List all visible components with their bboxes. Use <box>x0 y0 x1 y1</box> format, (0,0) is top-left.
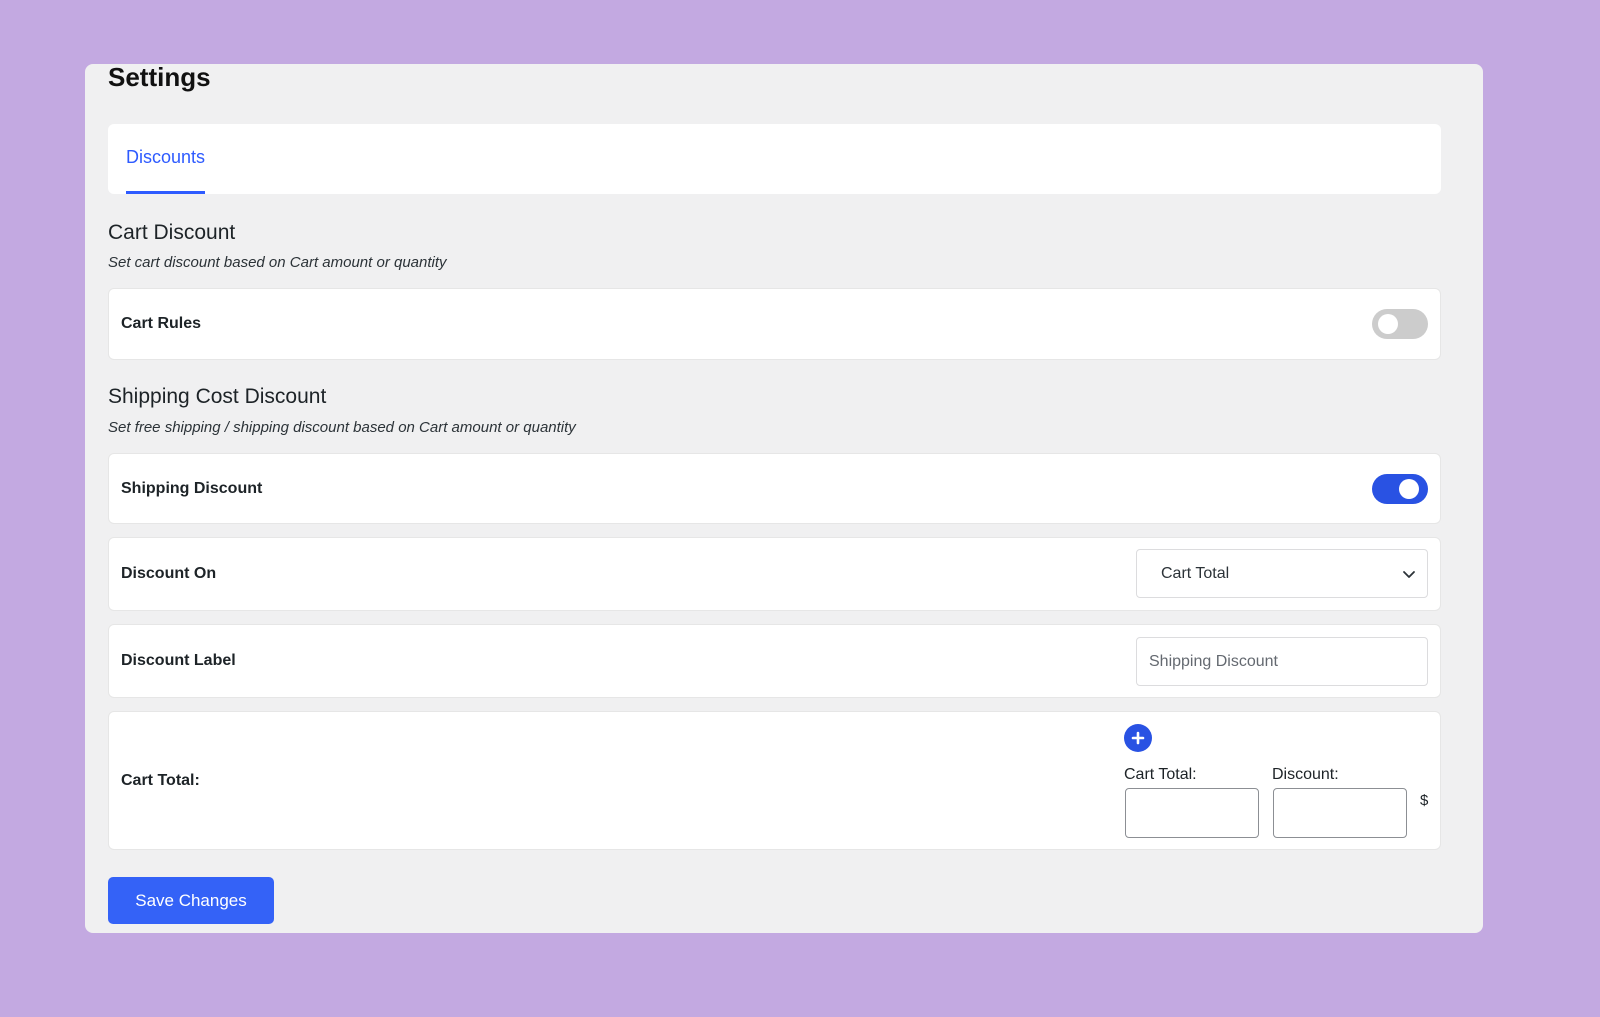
currency-symbol: $ <box>1420 792 1429 809</box>
cart-total-rules-card: Cart Total: Cart Total: Discount: $ <box>108 711 1441 850</box>
discount-field-label: Discount: <box>1272 766 1339 783</box>
shipping-discount-title: Shipping Cost Discount <box>108 385 327 408</box>
discount-on-card: Discount On Cart Total <box>108 537 1441 611</box>
cart-rules-toggle[interactable] <box>1372 309 1428 339</box>
discount-label-input[interactable] <box>1136 637 1428 686</box>
chevron-down-icon <box>1403 570 1415 578</box>
add-rule-button[interactable] <box>1124 724 1152 752</box>
discount-label-card: Discount Label <box>108 624 1441 698</box>
cart-discount-title: Cart Discount <box>108 221 236 244</box>
cart-total-input[interactable] <box>1125 788 1259 838</box>
discount-on-selected-value: Cart Total <box>1161 564 1230 582</box>
shipping-discount-card: Shipping Discount <box>108 453 1441 524</box>
save-changes-button[interactable]: Save Changes <box>108 877 274 924</box>
cart-discount-description: Set cart discount based on Cart amount o… <box>108 254 447 271</box>
tab-discounts[interactable]: Discounts <box>126 124 206 194</box>
discount-on-select[interactable]: Cart Total <box>1136 549 1428 598</box>
page-title: Settings <box>108 64 211 92</box>
discount-amount-input[interactable] <box>1273 788 1407 838</box>
cart-total-field-label: Cart Total: <box>1124 766 1197 783</box>
tab-bar: Discounts <box>108 124 1441 194</box>
toggle-knob <box>1378 314 1398 334</box>
cart-rules-card: Cart Rules <box>108 288 1441 360</box>
shipping-discount-description: Set free shipping / shipping discount ba… <box>108 419 576 436</box>
cart-rules-label: Cart Rules <box>121 315 202 332</box>
cart-total-rules-label: Cart Total: <box>121 771 200 789</box>
plus-icon <box>1131 731 1145 745</box>
discount-on-label: Discount On <box>121 565 217 582</box>
shipping-discount-toggle[interactable] <box>1372 473 1428 504</box>
shipping-discount-label: Shipping Discount <box>121 479 263 497</box>
discount-label-label: Discount Label <box>121 652 236 669</box>
settings-panel: Settings Discounts Cart Discount Set car… <box>85 64 1483 933</box>
toggle-knob <box>1399 478 1419 499</box>
